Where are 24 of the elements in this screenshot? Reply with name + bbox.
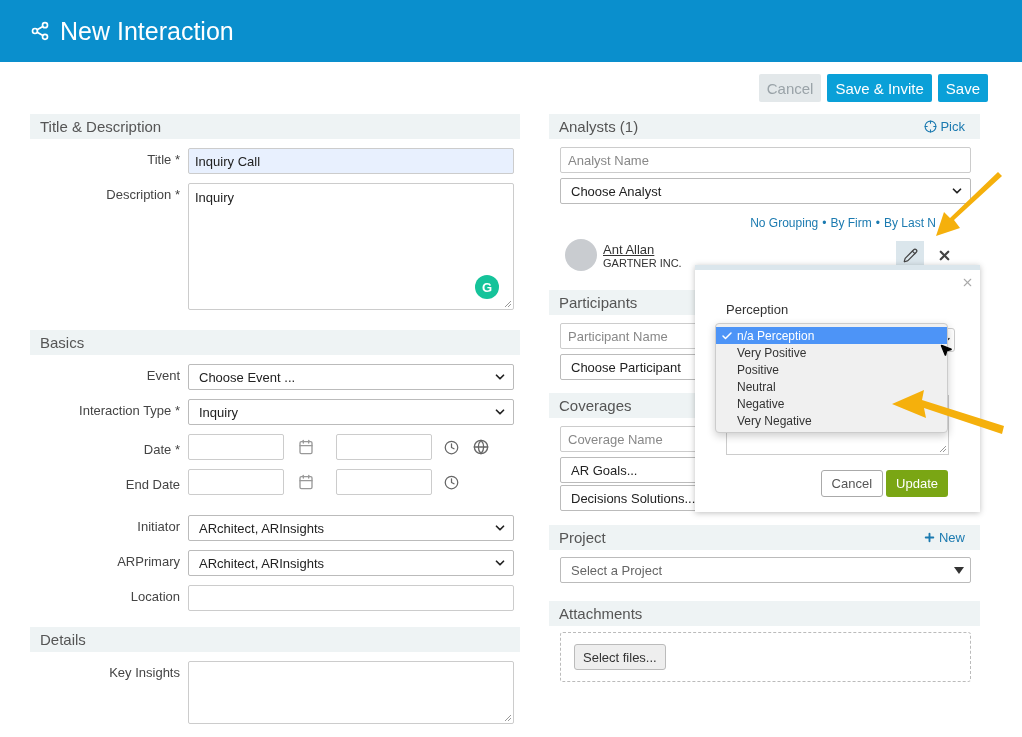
field-label: Key Insights [108,664,180,680]
section-title: Details [40,631,86,648]
field-label: Perception [726,302,789,317]
section-title: Participants [559,294,638,311]
field-label: ARPrimary [116,553,180,569]
field-label: Date * [142,440,180,457]
field-label: Initiator [136,518,180,534]
separator-dot: • [875,216,880,230]
field-label: Event [145,367,180,383]
page-title: New Interaction [60,16,234,46]
section-title: Analysts (1) [559,118,639,135]
field-label: Interaction Type * [78,402,180,418]
section-title: Attachments [559,605,643,622]
section-title: Coverages [559,397,632,414]
grammar-badge-icon: G [475,275,499,299]
field-label: Location [129,588,180,604]
field-label: End Date [124,475,180,492]
separator-dot: • [822,216,827,230]
section-title: Title & Description [40,118,162,135]
analyst-firm: GARTNER INC. [603,256,683,269]
field-label: Description * [105,186,180,202]
field-label: Title * [146,151,180,167]
section-title: Project [559,529,606,546]
section-title: Basics [40,334,85,351]
